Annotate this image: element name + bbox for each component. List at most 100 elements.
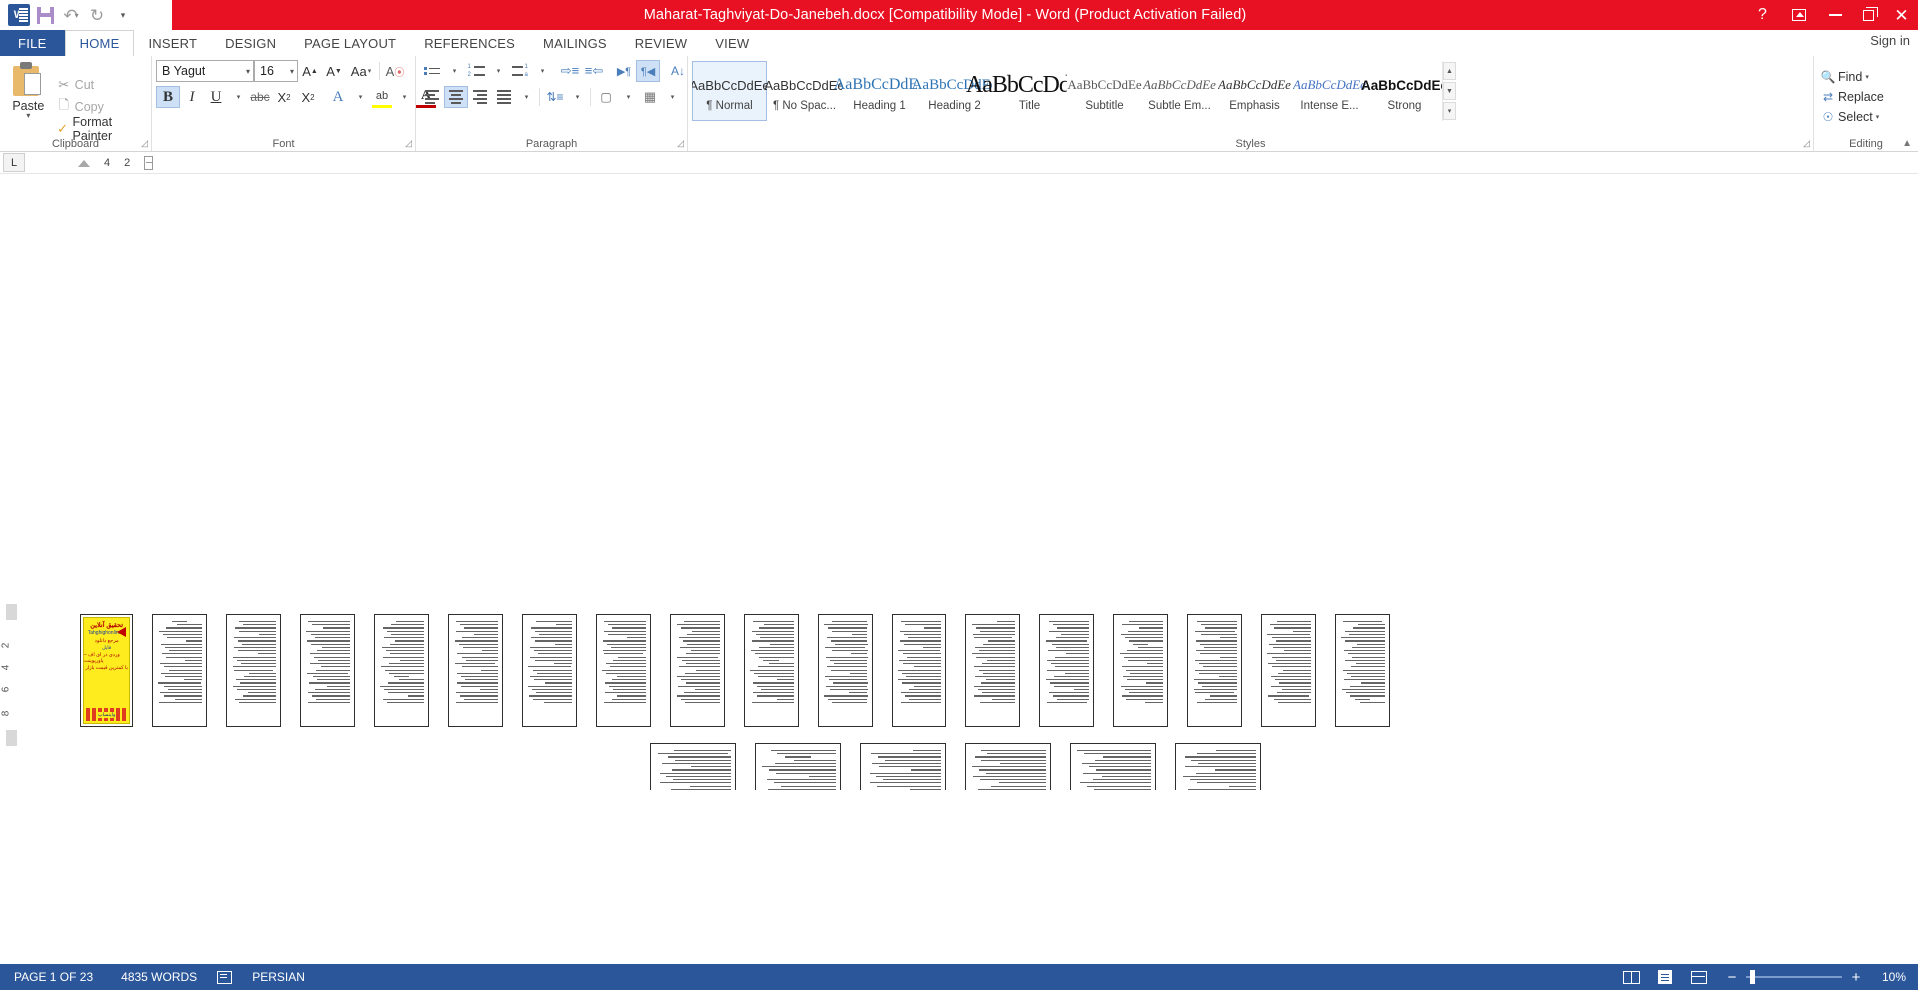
right-indent-marker[interactable] <box>144 156 154 170</box>
style-normal[interactable]: AaBbCcDdEe ¶ Normal <box>692 61 770 121</box>
language-indicator[interactable]: PERSIAN <box>238 970 319 984</box>
tab-file[interactable]: FILE <box>0 30 65 56</box>
page-thumbnail[interactable] <box>1070 743 1156 790</box>
superscript-button[interactable]: X2 <box>296 86 320 108</box>
vertical-ruler[interactable]: 2 4 6 8 <box>0 174 22 790</box>
styles-gallery-scrollbar[interactable]: ▲ ▼ ▾ <box>1442 61 1456 121</box>
justify-button[interactable] <box>492 86 516 108</box>
select-button[interactable]: ☉ Select ▾ <box>1818 107 1914 127</box>
page-thumbnail[interactable] <box>1113 614 1169 727</box>
strikethrough-button[interactable]: abc <box>248 86 272 108</box>
close-icon[interactable]: ✕ <box>1885 0 1918 30</box>
ribbon-display-options-icon[interactable] <box>1779 0 1819 30</box>
tab-review[interactable]: REVIEW <box>621 30 701 56</box>
chevron-down-icon[interactable]: ▾ <box>1876 113 1880 121</box>
page-thumbnail[interactable] <box>743 614 799 727</box>
align-right-button[interactable] <box>468 86 492 108</box>
bullets-options-icon[interactable]: ▾ <box>444 60 464 82</box>
format-painter-button[interactable]: ✓ Format Painter <box>53 115 147 143</box>
styles-more-icon[interactable]: ▾ <box>1443 102 1456 120</box>
underline-options-icon[interactable]: ▾ <box>228 86 248 108</box>
chevron-up-icon[interactable]: ▲ <box>1443 62 1456 80</box>
style-no-spacing[interactable]: AaBbCcDdEe ¶ No Spac... <box>764 61 845 121</box>
page-thumbnail[interactable] <box>1187 614 1243 727</box>
chevron-down-icon[interactable]: ▾ <box>290 67 294 76</box>
page-thumbnail[interactable] <box>521 614 577 727</box>
zoom-track[interactable] <box>1746 970 1842 984</box>
multilevel-list-options-icon[interactable]: ▾ <box>532 60 552 82</box>
sort-button[interactable]: A↓ <box>666 60 690 82</box>
hanging-indent-marker[interactable] <box>78 159 90 167</box>
read-mode-button[interactable] <box>1614 964 1648 990</box>
tab-home[interactable]: HOME <box>64 30 135 56</box>
zoom-in-button[interactable]: + <box>1850 970 1862 985</box>
font-size-input[interactable]: 16 ▾ <box>254 60 298 82</box>
multilevel-list-button[interactable]: 1a <box>508 60 532 82</box>
customize-quick-access-toolbar-icon[interactable]: ▾ <box>110 2 136 28</box>
zoom-level[interactable]: 10% <box>1872 970 1906 984</box>
chevron-down-icon[interactable]: ▼ <box>1443 82 1456 100</box>
save-icon[interactable] <box>32 2 58 28</box>
grow-font-button[interactable]: A ▲ <box>298 60 322 82</box>
clipboard-dialog-launcher-icon[interactable]: ◿ <box>141 138 148 149</box>
style-subtle-emphasis[interactable]: AaBbCcDdEe Subtle Em... <box>1142 61 1217 121</box>
styles-dialog-launcher-icon[interactable]: ◿ <box>1803 138 1810 149</box>
line-spacing-button[interactable]: ⇅≡ <box>543 86 567 108</box>
paragraph-dialog-launcher-icon[interactable]: ◿ <box>677 138 684 149</box>
ltr-text-direction-button[interactable]: ▶¶ <box>612 60 636 82</box>
page-thumbnail[interactable] <box>650 743 736 790</box>
page-thumbnail[interactable] <box>374 614 429 727</box>
page-thumbnail[interactable] <box>817 614 873 727</box>
tab-insert[interactable]: INSERT <box>134 30 211 56</box>
decrease-indent-button[interactable]: ⇨≡ <box>558 60 582 82</box>
increase-indent-button[interactable]: ≡⇦ <box>582 60 606 82</box>
find-button[interactable]: 🔍 Find ▾ <box>1818 67 1914 87</box>
style-strong[interactable]: AaBbCcDdEe Strong <box>1361 61 1448 121</box>
page-thumbnail[interactable] <box>595 614 651 727</box>
style-intense-emphasis[interactable]: AaBbCcDdEe Intense E... <box>1292 61 1367 121</box>
page-thumbnail[interactable] <box>965 743 1051 790</box>
word-count[interactable]: 4835 WORDS <box>107 970 211 984</box>
zoom-slider[interactable]: − + <box>1726 970 1862 985</box>
horizontal-ruler[interactable]: L 4 2 <box>0 152 1918 174</box>
shading-options-icon[interactable]: ▾ <box>618 86 638 108</box>
underline-button[interactable]: U <box>204 86 228 108</box>
style-heading-1[interactable]: AaBbCcDdEe Heading 1 <box>834 61 925 121</box>
page-thumbnail[interactable] <box>152 614 208 727</box>
cut-button[interactable]: ✂ Cut <box>53 74 147 96</box>
sign-in-link[interactable]: Sign in <box>1870 33 1910 48</box>
tab-page-layout[interactable]: PAGE LAYOUT <box>290 30 410 56</box>
tab-design[interactable]: DESIGN <box>211 30 290 56</box>
page-thumbnail[interactable] <box>860 743 946 790</box>
change-case-button[interactable]: Aa ▾ <box>346 60 376 82</box>
undo-icon[interactable]: ↶ ▾ <box>58 2 84 28</box>
zoom-thumb[interactable] <box>1750 970 1755 984</box>
text-highlight-color-button[interactable]: ab <box>370 86 394 108</box>
page-thumbnail[interactable] <box>1039 614 1095 727</box>
help-icon[interactable]: ? <box>1746 0 1779 30</box>
proofing-status-icon[interactable] <box>211 970 238 984</box>
shrink-font-button[interactable]: A ▼ <box>322 60 346 82</box>
collapse-ribbon-icon[interactable]: ▲ <box>1902 138 1912 149</box>
page-thumbnail[interactable] <box>447 614 503 727</box>
text-effects-options-icon[interactable]: ▾ <box>350 86 370 108</box>
bullets-button[interactable] <box>420 60 444 82</box>
tab-view[interactable]: VIEW <box>701 30 763 56</box>
redo-icon[interactable]: ↻ <box>84 2 110 28</box>
chevron-down-icon[interactable]: ▾ <box>1865 73 1869 81</box>
rtl-text-direction-button[interactable]: ¶◀ <box>636 60 660 82</box>
shading-button[interactable]: ▢ <box>594 86 618 108</box>
align-left-button[interactable] <box>420 86 444 108</box>
line-spacing-options-icon[interactable]: ▾ <box>567 86 587 108</box>
page-thumbnail[interactable] <box>965 614 1021 727</box>
font-name-input[interactable]: B Yagut ▾ <box>156 60 254 82</box>
italic-button[interactable]: I <box>180 86 204 108</box>
highlight-color-options-icon[interactable]: ▾ <box>394 86 414 108</box>
page-thumbnail[interactable] <box>669 614 725 727</box>
document-canvas[interactable]: 2 4 6 8 تحقیق آنلاین Tahghighonline.ir م… <box>0 174 1918 790</box>
justify-options-icon[interactable]: ▾ <box>516 86 536 108</box>
borders-button[interactable]: ▦ <box>638 86 662 108</box>
tab-stop-selector[interactable]: L <box>3 153 25 172</box>
page-thumbnail[interactable] <box>1261 614 1317 727</box>
print-layout-button[interactable] <box>1648 964 1682 990</box>
